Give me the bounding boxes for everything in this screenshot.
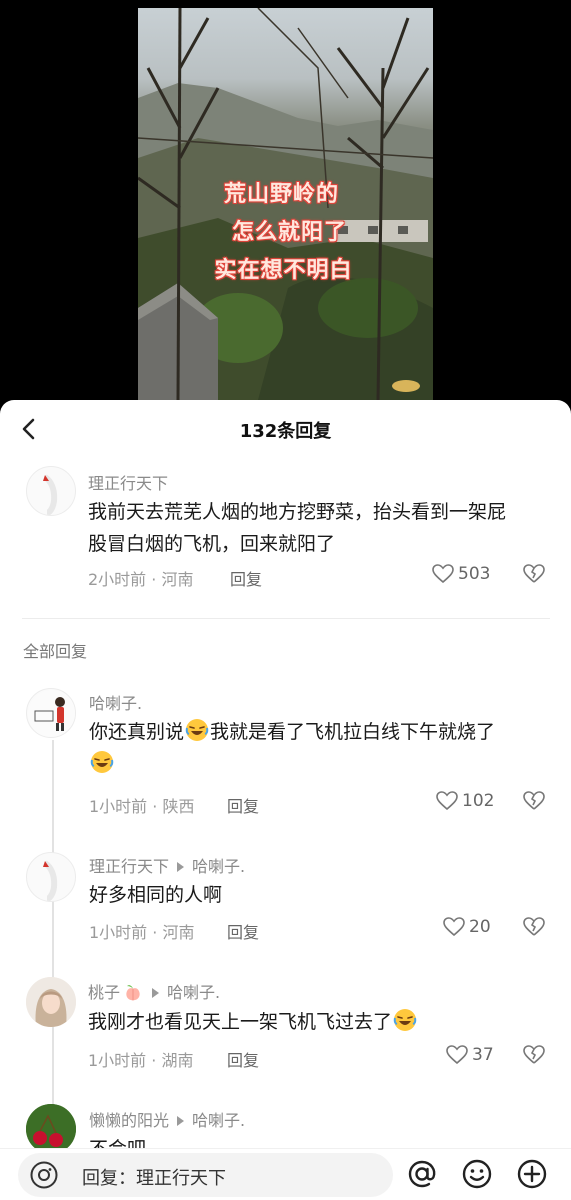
like-count: 503: [458, 564, 491, 584]
meta-dot: ·: [152, 923, 158, 942]
comment-text-line-2: 股冒白烟的飞机，回来就阳了: [88, 533, 336, 555]
like-count: 20: [469, 917, 491, 937]
like-button[interactable]: 503: [432, 564, 490, 584]
section-label: 全部回复: [23, 642, 88, 661]
reply-location: 陕西: [162, 797, 195, 816]
avatar-image: [26, 1104, 76, 1154]
reply-text-part-2: 我就是看了飞机拉白线下午就烧了: [210, 721, 496, 743]
reply-username-line: 桃子 哈喇子.: [88, 979, 220, 1003]
reply-input-bar: 回复：理正行天下: [0, 1148, 571, 1200]
reply-text: 我刚才也看见天上一架飞机飞过去了: [88, 1006, 550, 1038]
plus-icon[interactable]: [515, 1157, 549, 1191]
avatar-image: [28, 690, 75, 737]
reply-username-line: 理正行天下 哈喇子.: [89, 853, 245, 877]
laughing-emoji-icon: [185, 719, 209, 741]
laughing-emoji-icon: [90, 751, 114, 773]
avatar[interactable]: [26, 466, 76, 516]
like-button[interactable]: 102: [436, 791, 494, 811]
reply-arrow-icon: [177, 1115, 185, 1126]
avatar[interactable]: [26, 852, 76, 902]
sheet-header: 132条回复: [0, 400, 571, 458]
reply-arrow-icon: [152, 987, 160, 998]
avatar[interactable]: [26, 977, 76, 1027]
video-frame[interactable]: 荒山野岭的 怎么就阳了 实在想不明白: [138, 8, 433, 400]
reply-username-line: 懒懒的阳光 哈喇子.: [89, 1107, 245, 1131]
dislike-button[interactable]: [523, 564, 545, 588]
video-overlay-line-2: 怎么就阳了: [231, 220, 347, 245]
reply-username[interactable]: 懒懒的阳光: [89, 1111, 169, 1130]
thread-line: [52, 740, 54, 1145]
reply-meta: 1小时前 · 河南: [89, 919, 194, 943]
like-button[interactable]: 20: [443, 917, 491, 937]
video-overlay-line-3: 实在想不明白: [214, 258, 353, 283]
heart-icon: [446, 1045, 468, 1065]
reply-input-placeholder: 回复：理正行天下: [82, 1168, 226, 1189]
comment-location: 河南: [161, 570, 194, 589]
reply-location: 湖南: [161, 1051, 194, 1070]
heart-icon: [432, 564, 454, 584]
reply-button[interactable]: 回复: [227, 793, 259, 817]
comment-meta: 2小时前 · 河南: [88, 566, 193, 590]
broken-heart-icon: [523, 917, 545, 936]
reply-to-username[interactable]: 哈喇子.: [167, 983, 220, 1002]
comment-text: 我前天去荒芜人烟的地方挖野菜，抬头看到一架屁 股冒白烟的飞机，回来就阳了: [88, 496, 550, 560]
divider: [22, 618, 550, 619]
heart-icon: [436, 791, 458, 811]
like-button[interactable]: 37: [446, 1045, 494, 1065]
avatar-image: [43, 474, 58, 515]
dislike-button[interactable]: [523, 917, 545, 941]
at-icon[interactable]: [405, 1157, 439, 1191]
reply-text: 你还真别说 我就是看了飞机拉白线下午就烧了: [89, 716, 551, 780]
video-overlay-line-1: 荒山野岭的: [223, 182, 339, 207]
broken-heart-icon: [523, 1045, 545, 1064]
broken-heart-icon: [523, 791, 545, 810]
reply-text-content: 我刚才也看见天上一架飞机飞过去了: [88, 1011, 393, 1033]
comment-text-line-1: 我前天去荒芜人烟的地方挖野菜，抬头看到一架屁: [88, 501, 507, 523]
reply-to-username[interactable]: 哈喇子.: [192, 857, 245, 876]
reply-button[interactable]: 回复: [227, 1047, 259, 1071]
reply-text-part-1: 你还真别说: [89, 721, 185, 743]
reply-arrow-icon: [177, 861, 185, 872]
dislike-button[interactable]: [523, 791, 545, 815]
reply-button[interactable]: 回复: [227, 919, 259, 943]
like-count: 102: [462, 791, 495, 811]
reply-time: 1小时前: [89, 797, 148, 816]
reply-meta: 1小时前 · 陕西: [89, 793, 194, 817]
peach-emoji-icon: [126, 985, 140, 1001]
reply-button[interactable]: 回复: [230, 566, 262, 590]
reply-time: 1小时前: [88, 1051, 147, 1070]
broken-heart-icon: [523, 564, 545, 583]
meta-dot: ·: [151, 570, 157, 589]
laughing-emoji-icon: [393, 1009, 417, 1031]
reply-meta: 1小时前 · 湖南: [88, 1047, 193, 1071]
reply-username[interactable]: 哈喇子.: [89, 690, 142, 714]
avatar[interactable]: [26, 688, 76, 738]
reply-username[interactable]: 桃子: [88, 983, 120, 1002]
avatar-image: [26, 977, 76, 1027]
reply-text: 好多相同的人啊: [89, 884, 223, 906]
dislike-button[interactable]: [523, 1045, 545, 1069]
avatar[interactable]: [26, 1104, 76, 1154]
camera-icon[interactable]: [30, 1161, 58, 1189]
avatar-image: [43, 860, 58, 901]
reply-time: 1小时前: [89, 923, 148, 942]
reply-to-username[interactable]: 哈喇子.: [192, 1111, 245, 1130]
comment-username[interactable]: 理正行天下: [88, 470, 168, 494]
smile-icon[interactable]: [460, 1157, 494, 1191]
meta-dot: ·: [152, 797, 158, 816]
reply-username[interactable]: 理正行天下: [89, 857, 169, 876]
heart-icon: [443, 917, 465, 937]
page-title: 132条回复: [239, 421, 332, 442]
video-area[interactable]: 荒山野岭的 怎么就阳了 实在想不明白: [0, 0, 571, 405]
comment-time: 2小时前: [88, 570, 147, 589]
reply-input[interactable]: 回复：理正行天下: [18, 1153, 393, 1197]
reply-location: 河南: [162, 923, 195, 942]
reply-sheet: 132条回复 理正行天下 我前天去荒芜人烟的地方挖野菜，抬头看到一架屁 股冒白烟…: [0, 400, 571, 1200]
like-count: 37: [472, 1045, 494, 1065]
meta-dot: ·: [151, 1051, 157, 1070]
